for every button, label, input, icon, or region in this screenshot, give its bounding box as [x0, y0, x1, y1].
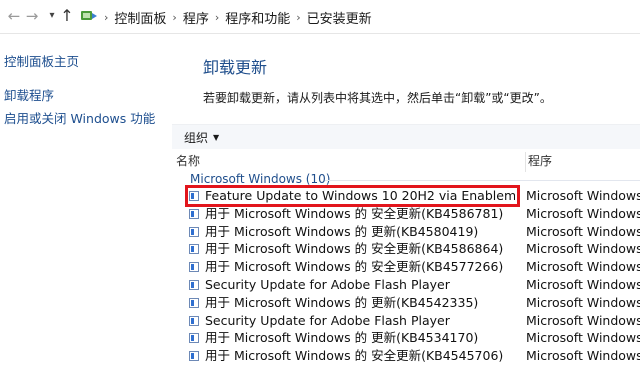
dropdown-caret-icon: ▼	[213, 133, 220, 142]
group-header[interactable]: Microsoft Windows (10)	[190, 172, 330, 186]
list-item[interactable]: 用于 Microsoft Windows 的 安全更新(KB4586781) M…	[172, 205, 640, 223]
address-bar: ← → ▾ ↑ › 控制面板 › 程序 › 程序和功能 › 已安装更新	[0, 0, 640, 34]
update-icon	[189, 208, 199, 219]
update-program: Microsoft Windows	[526, 259, 640, 275]
update-program: Microsoft Windows	[526, 223, 640, 239]
update-program: Microsoft Windows	[526, 241, 640, 257]
list-item[interactable]: Security Update for Adobe Flash Player M…	[172, 312, 640, 330]
list-item[interactable]: 用于 Microsoft Windows 的 安全更新(KB4586864) M…	[172, 240, 640, 258]
updates-list: Feature Update to Windows 10 20H2 via En…	[172, 187, 640, 365]
instructions-text: 若要卸载更新，请从列表中将其选中，然后单击“卸载”或“更改”。	[203, 91, 552, 105]
update-name: 用于 Microsoft Windows 的 安全更新(KB4545706)	[205, 348, 504, 364]
update-program: Microsoft Windows	[526, 312, 640, 328]
update-icon	[189, 279, 199, 290]
update-name: Security Update for Adobe Flash Player	[205, 276, 450, 292]
list-item[interactable]: 用于 Microsoft Windows 的 更新(KB4542335) Mic…	[172, 294, 640, 312]
column-header-name[interactable]: 名称	[176, 152, 521, 172]
breadcrumb-separator-icon[interactable]: ›	[172, 11, 176, 24]
up-arrow-icon[interactable]: ↑	[58, 6, 76, 26]
breadcrumb-programs-and-features[interactable]: 程序和功能	[225, 8, 290, 27]
sidebar-link-uninstall-program[interactable]: 卸载程序	[4, 85, 54, 104]
sidebar-link-control-panel-home[interactable]: 控制面板主页	[4, 51, 79, 70]
group-divider	[325, 180, 640, 181]
update-icon	[189, 351, 199, 362]
update-icon	[189, 297, 199, 308]
update-program: Microsoft Windows	[526, 276, 640, 292]
list-item[interactable]: 用于 Microsoft Windows 的 更新(KB4580419) Mic…	[172, 223, 640, 241]
update-name: 用于 Microsoft Windows 的 更新(KB4534170)	[205, 330, 479, 346]
breadcrumb: › 控制面板 › 程序 › 程序和功能 › 已安装更新	[98, 7, 372, 27]
list-item[interactable]: 用于 Microsoft Windows 的 更新(KB4534170) Mic…	[172, 329, 640, 347]
column-header-program[interactable]: 程序	[525, 152, 640, 172]
update-name: 用于 Microsoft Windows 的 更新(KB4542335)	[205, 294, 479, 310]
back-arrow-icon[interactable]: ←	[5, 6, 23, 26]
breadcrumb-separator-icon: ›	[104, 10, 109, 24]
update-name: 用于 Microsoft Windows 的 安全更新(KB4586864)	[205, 241, 504, 257]
breadcrumb-separator-icon[interactable]: ›	[215, 11, 219, 24]
breadcrumb-installed-updates[interactable]: 已安装更新	[307, 8, 372, 27]
update-program: Microsoft Windows	[526, 330, 640, 346]
update-icon	[189, 262, 199, 273]
update-icon	[189, 333, 199, 344]
update-icon	[189, 226, 199, 237]
list-item[interactable]: Security Update for Adobe Flash Player M…	[172, 276, 640, 294]
update-icon	[189, 244, 199, 255]
sidebar-link-windows-features[interactable]: 启用或关闭 Windows 功能	[4, 108, 155, 127]
update-program: Microsoft Windows	[526, 205, 640, 221]
list-item[interactable]: 用于 Microsoft Windows 的 安全更新(KB4577266) M…	[172, 258, 640, 276]
breadcrumb-programs[interactable]: 程序	[183, 8, 209, 27]
breadcrumb-control-panel[interactable]: 控制面板	[114, 8, 166, 27]
page-title: 卸载更新	[203, 58, 268, 77]
sidebar: 控制面板主页 卸载程序 启用或关闭 Windows 功能	[0, 33, 175, 368]
update-program: Microsoft Windows	[526, 294, 640, 310]
highlight-annotation	[185, 185, 520, 207]
list-item[interactable]: 用于 Microsoft Windows 的 安全更新(KB4545706) M…	[172, 347, 640, 365]
update-name: Security Update for Adobe Flash Player	[205, 312, 450, 328]
toolbar: 组织 ▼	[172, 124, 640, 149]
update-program: Microsoft Windows	[526, 348, 640, 364]
update-program: Microsoft Windows	[526, 188, 640, 203]
update-name: 用于 Microsoft Windows 的 安全更新(KB4586781)	[205, 205, 504, 221]
update-name: 用于 Microsoft Windows 的 安全更新(KB4577266)	[205, 259, 504, 275]
update-icon	[189, 315, 199, 326]
organize-menu-button[interactable]: 组织 ▼	[184, 129, 219, 146]
control-panel-icon	[81, 11, 97, 20]
update-name: 用于 Microsoft Windows 的 更新(KB4580419)	[205, 223, 479, 239]
breadcrumb-separator-icon[interactable]: ›	[296, 11, 300, 24]
forward-arrow-icon[interactable]: →	[23, 6, 41, 26]
organize-label: 组织	[184, 131, 209, 145]
